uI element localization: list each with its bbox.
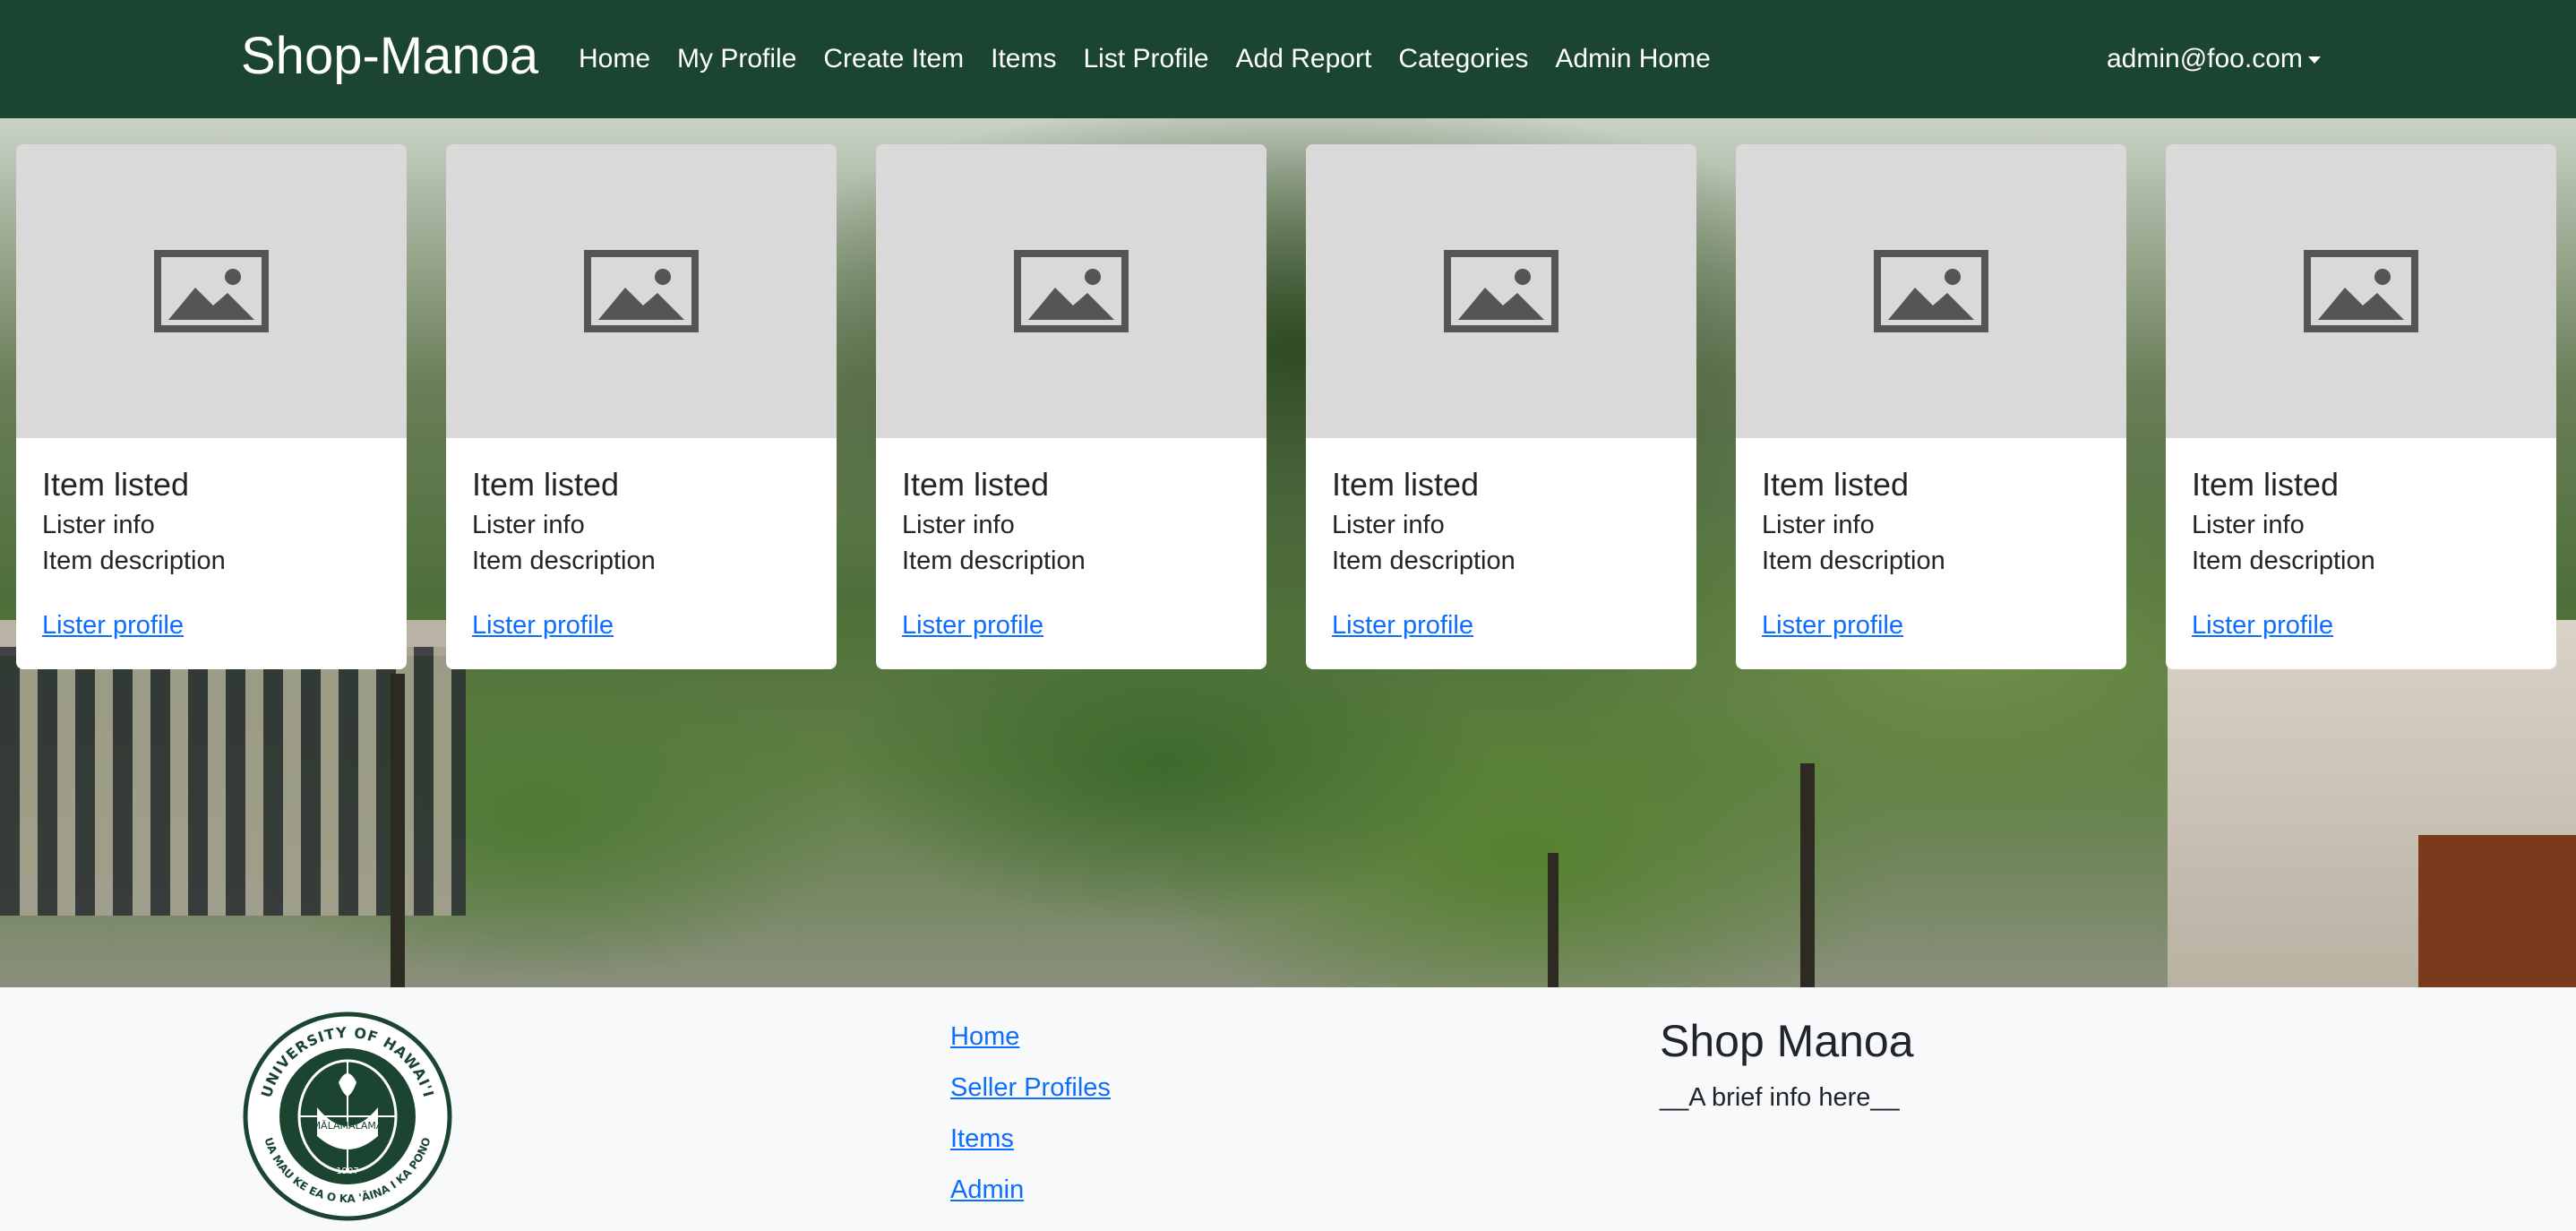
lister-profile-link[interactable]: Lister profile — [902, 608, 1043, 642]
card-description: Item description — [42, 547, 226, 575]
nav-link-categories[interactable]: Categories — [1398, 41, 1528, 77]
user-email: admin@foo.com — [2107, 44, 2303, 73]
card-lister-info: Lister info — [42, 511, 155, 539]
footer: UNIVERSITY OF HAWAI'I UA MAU KE EA O KA … — [0, 987, 2576, 1231]
card-image — [1306, 144, 1696, 438]
card-lister-info: Lister info — [472, 511, 585, 539]
tree-trunk — [391, 674, 405, 987]
card-lister-info: Lister info — [1332, 511, 1445, 539]
card-image — [446, 144, 837, 438]
image-placeholder-icon — [1874, 250, 1988, 332]
university-seal-logo: UNIVERSITY OF HAWAI'I UA MAU KE EA O KA … — [243, 1011, 452, 1221]
item-card: Item listed Lister info Item description… — [1306, 144, 1696, 669]
item-card: Item listed Lister info Item description… — [446, 144, 837, 669]
card-image — [2166, 144, 2556, 438]
brand-logo-text[interactable]: Shop-Manoa — [241, 25, 538, 88]
svg-text:MĀLAMALAMA: MĀLAMALAMA — [313, 1120, 383, 1132]
nav-link-admin-home[interactable]: Admin Home — [1555, 41, 1710, 77]
nav-link-list-profile[interactable]: List Profile — [1083, 41, 1208, 77]
item-card: Item listed Lister info Item description… — [16, 144, 407, 669]
nav-links: Home My Profile Create Item Items List P… — [579, 41, 1711, 77]
lister-profile-link[interactable]: Lister profile — [42, 608, 184, 642]
card-description: Item description — [2192, 547, 2375, 575]
card-image — [876, 144, 1267, 438]
card-lister-info: Lister info — [902, 511, 1015, 539]
image-placeholder-icon — [1444, 250, 1558, 332]
caret-down-icon — [2307, 56, 2321, 64]
card-lister-info: Lister info — [1762, 511, 1875, 539]
card-title: Item listed — [42, 466, 190, 503]
lister-profile-link[interactable]: Lister profile — [472, 608, 614, 642]
footer-link-seller-profiles[interactable]: Seller Profiles — [950, 1071, 1111, 1105]
item-card: Item listed Lister info Item description… — [876, 144, 1267, 669]
lister-profile-link[interactable]: Lister profile — [1332, 608, 1473, 642]
footer-link-items[interactable]: Items — [950, 1122, 1111, 1156]
user-dropdown[interactable]: admin@foo.com — [2107, 41, 2321, 77]
card-title: Item listed — [902, 466, 1050, 503]
image-placeholder-icon — [584, 250, 699, 332]
nav-link-add-report[interactable]: Add Report — [1236, 41, 1372, 77]
footer-links: Home Seller Profiles Items Admin — [950, 1020, 1111, 1207]
card-description: Item description — [902, 547, 1086, 575]
nav-link-create-item[interactable]: Create Item — [823, 41, 964, 77]
tree-trunk — [1800, 763, 1815, 987]
image-placeholder-icon — [1014, 250, 1129, 332]
nav-link-items[interactable]: Items — [991, 41, 1056, 77]
footer-title: Shop Manoa — [1660, 1016, 1914, 1066]
card-description: Item description — [472, 547, 656, 575]
nav-link-home[interactable]: Home — [579, 41, 650, 77]
card-title: Item listed — [1332, 466, 1480, 503]
item-card: Item listed Lister info Item description… — [1736, 144, 2126, 669]
card-image — [1736, 144, 2126, 438]
card-title: Item listed — [472, 466, 620, 503]
item-card: Item listed Lister info Item description… — [2166, 144, 2556, 669]
building-right-wall — [2418, 835, 2576, 987]
image-placeholder-icon — [2304, 250, 2418, 332]
image-placeholder-icon — [154, 250, 269, 332]
card-description: Item description — [1332, 547, 1516, 575]
card-title: Item listed — [2192, 466, 2340, 503]
navbar: Shop-Manoa Home My Profile Create Item I… — [0, 0, 2576, 118]
svg-text:1907: 1907 — [336, 1166, 358, 1176]
nav-link-my-profile[interactable]: My Profile — [677, 41, 796, 77]
lister-profile-link[interactable]: Lister profile — [1762, 608, 1903, 642]
tree-trunk — [1548, 853, 1558, 987]
footer-link-home[interactable]: Home — [950, 1020, 1111, 1054]
lister-profile-link[interactable]: Lister profile — [2192, 608, 2333, 642]
card-lister-info: Lister info — [2192, 511, 2305, 539]
card-title: Item listed — [1762, 466, 1910, 503]
card-image — [16, 144, 407, 438]
footer-info: __A brief info here__ — [1660, 1083, 1900, 1112]
footer-link-admin[interactable]: Admin — [950, 1173, 1111, 1207]
card-description: Item description — [1762, 547, 1945, 575]
